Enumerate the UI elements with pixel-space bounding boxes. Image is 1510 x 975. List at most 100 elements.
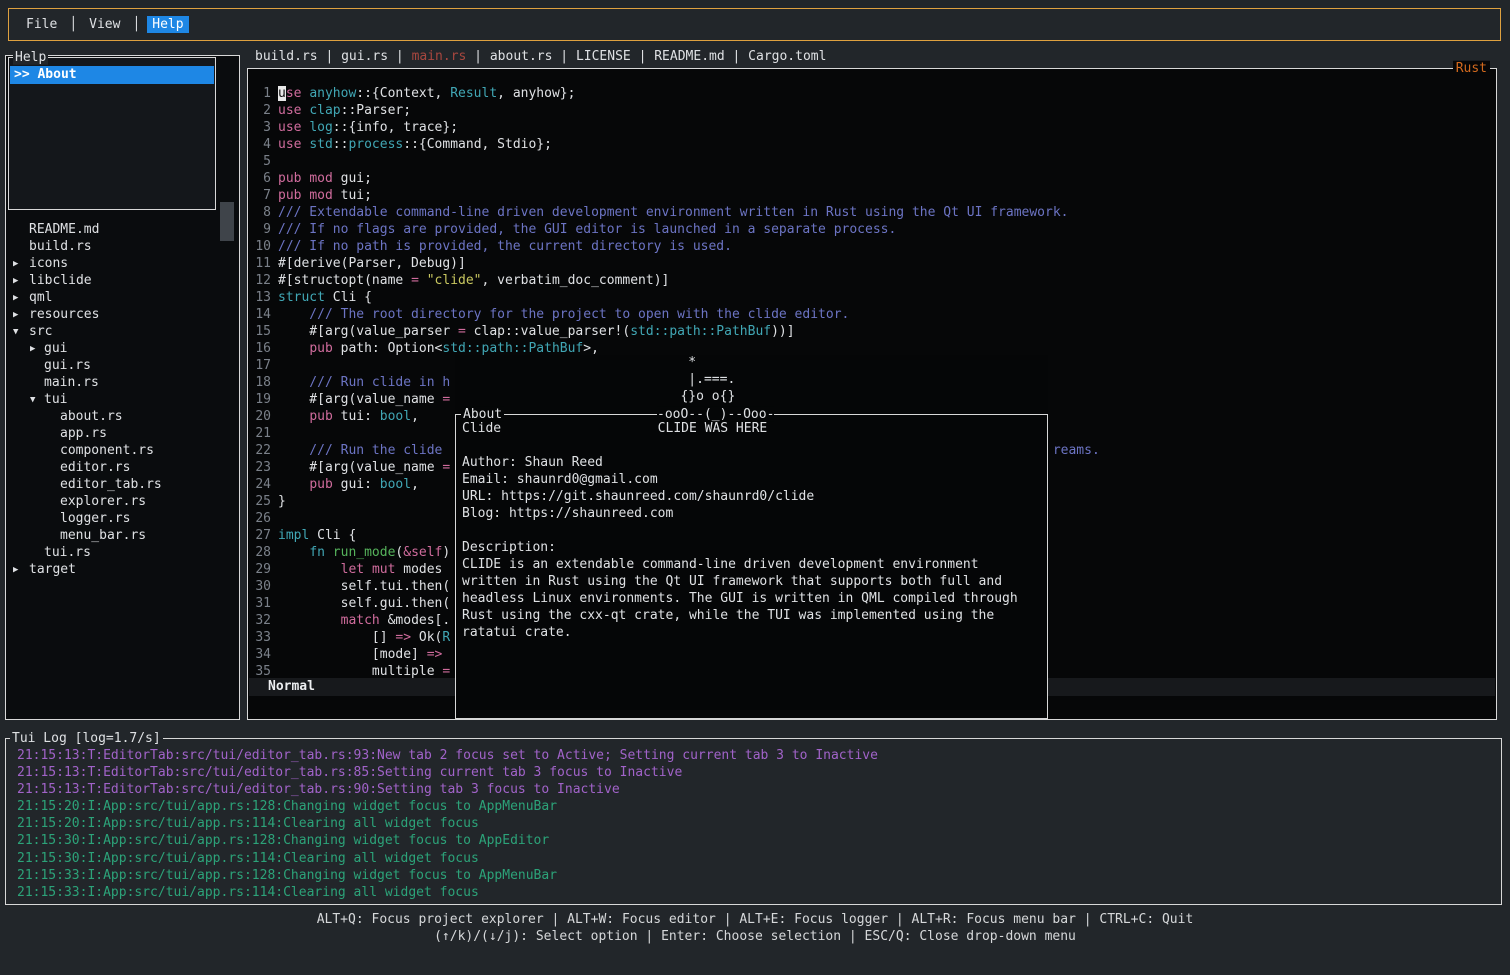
line-number: 3 <box>249 119 271 136</box>
menu-item-view[interactable]: View <box>84 16 125 33</box>
line-number: 13 <box>249 289 271 306</box>
explorer-item-menu_bar.rs[interactable]: menu_bar.rs <box>6 527 239 544</box>
explorer-item-main.rs[interactable]: main.rs <box>6 374 239 391</box>
code-line: 10/// If no path is provided, the curren… <box>249 238 1495 255</box>
code-token: &modes[. <box>380 613 450 628</box>
code-line: 1use anyhow::{Context, Result, anyhow}; <box>249 85 1495 102</box>
explorer-item-gui.rs[interactable]: gui.rs <box>6 357 239 374</box>
line-number: 14 <box>249 306 271 323</box>
tab-separator: | <box>631 49 654 64</box>
code-token: [] <box>278 630 395 645</box>
tab-build.rs[interactable]: build.rs <box>255 49 318 64</box>
code-token: /// The root directory for the project t… <box>278 307 849 322</box>
code-token: = <box>442 460 450 475</box>
explorer-item-src[interactable]: ▼src <box>6 323 239 340</box>
log-entry-info: 21:15:30:I:App:src/tui/app.rs:128:Changi… <box>17 832 878 849</box>
explorer-item-about.rs[interactable]: about.rs <box>6 408 239 425</box>
explorer-item-build.rs[interactable]: build.rs <box>6 238 239 255</box>
line-number: 7 <box>249 187 271 204</box>
explorer-item-tui.rs[interactable]: tui.rs <box>6 544 239 561</box>
log-entry-info: 21:15:20:I:App:src/tui/app.rs:114:Cleari… <box>17 815 878 832</box>
explorer-item-README.md[interactable]: README.md <box>6 221 239 238</box>
explorer-item-qml[interactable]: ▶qml <box>6 289 239 306</box>
log-entry-info: 21:15:33:I:App:src/tui/app.rs:114:Cleari… <box>17 884 878 901</box>
menu-separator: │ <box>62 17 84 32</box>
code-line: 13 struct Cli { <box>249 289 1495 306</box>
code-token: use <box>278 103 301 118</box>
explorer-item-explorer.rs[interactable]: explorer.rs <box>6 493 239 510</box>
line-number: 1 <box>249 85 271 102</box>
code-token: , verbatim_doc_comment)] <box>482 273 670 288</box>
line-number: 18 <box>249 374 271 391</box>
about-dialog: About -ooO--(_)--Ooo- Clide CLIDE WAS HE… <box>455 414 1048 719</box>
menu-item-file[interactable]: File <box>21 16 62 33</box>
language-badge: Rust <box>1453 61 1490 76</box>
tab-separator: | <box>552 49 575 64</box>
code-token <box>325 545 333 560</box>
explorer-item-editor_tab.rs[interactable]: editor_tab.rs <box>6 476 239 493</box>
log-entry-trace: 21:15:13:T:EditorTab:src/tui/editor_tab.… <box>17 747 878 764</box>
explorer-item-resources[interactable]: ▶resources <box>6 306 239 323</box>
code-token: #[arg(value_name <box>278 460 442 475</box>
menu-bar: File│View│Help <box>8 8 1501 41</box>
line-number: 30 <box>249 578 271 595</box>
code-token: pub <box>278 188 301 203</box>
code-token: #[structopt(name <box>278 273 411 288</box>
code-token: = <box>458 324 466 339</box>
tab-main.rs[interactable]: main.rs <box>412 49 467 64</box>
code-token <box>278 613 341 628</box>
tab-LICENSE[interactable]: LICENSE <box>576 49 631 64</box>
explorer-item-label: build.rs <box>29 239 92 254</box>
tab-about.rs[interactable]: about.rs <box>490 49 553 64</box>
code-token <box>278 562 341 577</box>
code-line: 3use log::{info, trace}; <box>249 119 1495 136</box>
explorer-item-logger.rs[interactable]: logger.rs <box>6 510 239 527</box>
menu-item-help[interactable]: Help <box>147 16 188 33</box>
line-number: 31 <box>249 595 271 612</box>
tui-log-title: Tui Log [log=1.7/s] <box>10 731 163 746</box>
code-token: pub <box>309 409 332 424</box>
tab-Cargo.toml[interactable]: Cargo.toml <box>748 49 826 64</box>
explorer-item-label: menu_bar.rs <box>60 528 146 543</box>
code-token: #[derive(Parser, Debug)] <box>278 256 466 271</box>
code-token: ::{Command, Stdio}; <box>403 137 552 152</box>
code-token: impl <box>278 528 309 543</box>
line-number: 2 <box>249 102 271 119</box>
about-text-line: headless Linux environments. The GUI is … <box>462 590 1043 607</box>
tab-separator: | <box>725 49 748 64</box>
log-entry-trace: 21:15:13:T:EditorTab:src/tui/editor_tab.… <box>17 781 878 798</box>
explorer-item-target[interactable]: ▶target <box>6 561 239 578</box>
code-token: std::path::PathBuf <box>442 341 583 356</box>
code-token: /// If no flags are provided, the GUI ed… <box>278 222 896 237</box>
code-token: R <box>442 630 450 645</box>
line-number: 32 <box>249 612 271 629</box>
explorer-item-tui[interactable]: ▼tui <box>6 391 239 408</box>
line-number: 34 <box>249 646 271 663</box>
about-text-line: CLIDE is an extendable command-line driv… <box>462 556 1043 573</box>
explorer-item-gui[interactable]: ▶gui <box>6 340 239 357</box>
explorer-item-libclide[interactable]: ▶libclide <box>6 272 239 289</box>
shortcut-help-line1: ALT+Q: Focus project explorer | ALT+W: F… <box>0 911 1510 928</box>
tab-README.md[interactable]: README.md <box>654 49 724 64</box>
about-text-line <box>462 522 1043 539</box>
tab-gui.rs[interactable]: gui.rs <box>341 49 388 64</box>
code-token: [mode] <box>278 647 427 662</box>
code-token: ) <box>442 545 450 560</box>
code-token: Cli { <box>325 290 372 305</box>
code-token: modes <box>395 562 442 577</box>
explorer-scrollbar-thumb[interactable] <box>220 202 234 241</box>
explorer-item-editor.rs[interactable]: editor.rs <box>6 459 239 476</box>
explorer-item-component.rs[interactable]: component.rs <box>6 442 239 459</box>
help-menu-option-about[interactable]: >> About <box>10 66 214 84</box>
explorer-item-app.rs[interactable]: app.rs <box>6 425 239 442</box>
tab-separator: | <box>388 49 411 64</box>
code-token: struct <box>278 290 325 305</box>
explorer-item-icons[interactable]: ▶icons <box>6 255 239 272</box>
line-number: 17 <box>249 357 271 374</box>
chevron-collapsed-icon: ▶ <box>13 307 18 324</box>
code-token: pub <box>309 341 332 356</box>
line-number: 4 <box>249 136 271 153</box>
code-token: :: <box>333 137 349 152</box>
about-text-line: Blog: https://shaunreed.com <box>462 505 1043 522</box>
line-number: 9 <box>249 221 271 238</box>
